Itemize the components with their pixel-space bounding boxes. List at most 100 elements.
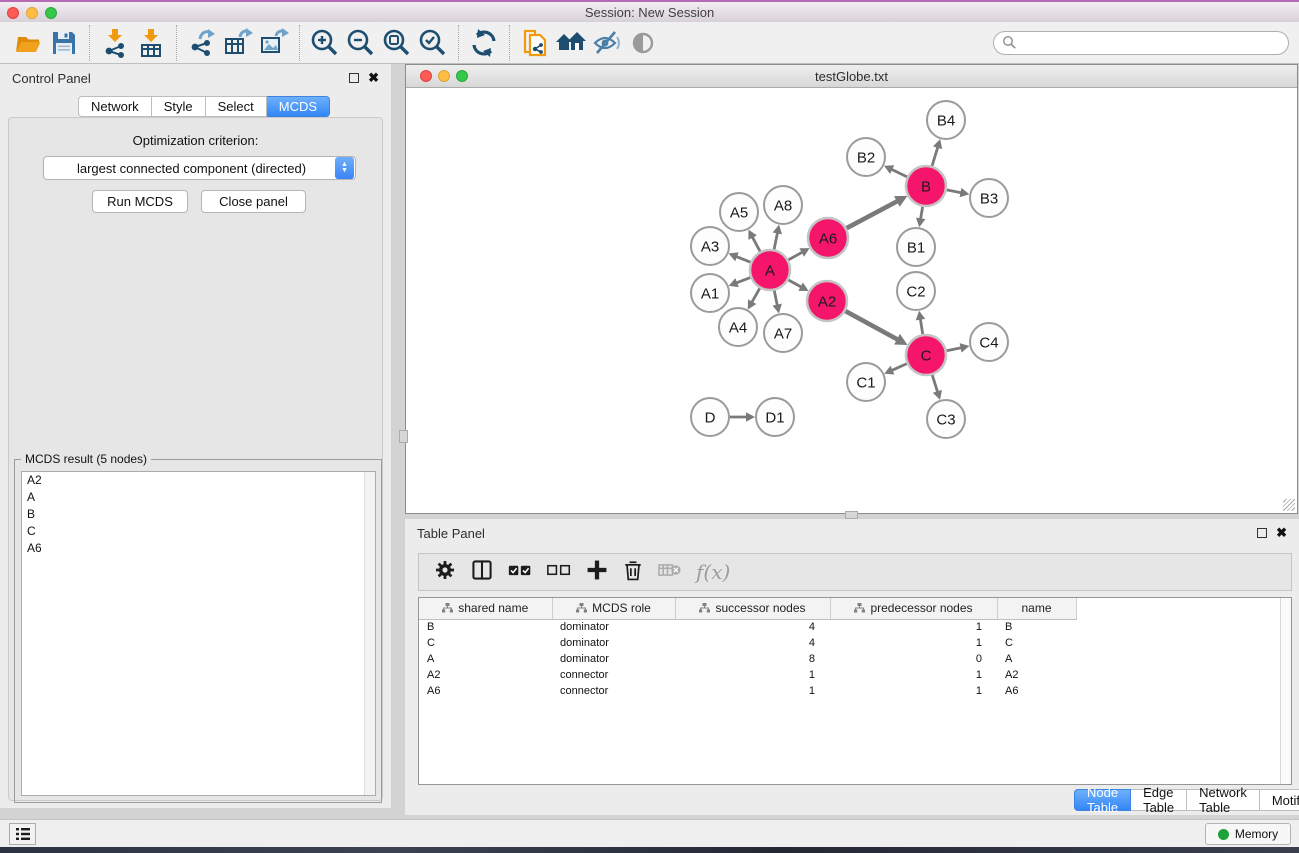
export-table-icon[interactable] bbox=[220, 25, 256, 61]
edge-B-B4[interactable] bbox=[932, 146, 938, 166]
cell-successor-nodes[interactable]: 8 bbox=[675, 651, 830, 667]
tab-select[interactable]: Select bbox=[206, 96, 267, 117]
cell-predecessor-nodes[interactable]: 1 bbox=[830, 667, 997, 683]
edge-A-A4[interactable] bbox=[751, 288, 760, 303]
cell-shared-name[interactable]: A6 bbox=[419, 683, 552, 699]
window-resize-grip[interactable] bbox=[1283, 499, 1295, 511]
cell-MCDS-role[interactable]: dominator bbox=[552, 651, 675, 667]
edge-B-B1[interactable] bbox=[920, 207, 922, 221]
run-mcds-button[interactable]: Run MCDS bbox=[92, 190, 188, 213]
edge-B-B3[interactable] bbox=[947, 190, 963, 193]
close-table-panel-icon[interactable]: ✖ bbox=[1276, 528, 1287, 538]
close-panel-button[interactable]: Close panel bbox=[201, 190, 306, 213]
delete-table-icon[interactable] bbox=[657, 559, 683, 586]
add-column-icon[interactable] bbox=[585, 558, 609, 587]
float-panel-icon[interactable] bbox=[349, 73, 359, 83]
edge-A-A7[interactable] bbox=[774, 291, 777, 307]
cell-MCDS-role[interactable]: dominator bbox=[552, 635, 675, 651]
tab-edge-table[interactable]: Edge Table bbox=[1131, 789, 1187, 811]
edge-A-A5[interactable] bbox=[752, 236, 760, 252]
minimize-window-button[interactable] bbox=[26, 7, 38, 19]
search-field[interactable] bbox=[993, 31, 1289, 55]
result-item[interactable]: C bbox=[22, 523, 375, 540]
edge-A6-B[interactable] bbox=[847, 201, 899, 229]
column-header-name[interactable]: name bbox=[997, 598, 1076, 619]
duplicate-network-icon[interactable] bbox=[517, 25, 553, 61]
cell-predecessor-nodes[interactable]: 1 bbox=[830, 619, 997, 635]
select-all-checks-icon[interactable] bbox=[507, 558, 533, 587]
edge-C-C3[interactable] bbox=[932, 375, 938, 393]
cell-predecessor-nodes[interactable]: 0 bbox=[830, 651, 997, 667]
cell-predecessor-nodes[interactable]: 1 bbox=[830, 683, 997, 699]
home-icon[interactable] bbox=[553, 25, 589, 61]
column-header-shared-name[interactable]: shared name bbox=[419, 598, 552, 619]
network-canvas[interactable]: B4B2BB3A8A5A6A3B1AC2A1A2A4A7C4CC1C3DD1 bbox=[406, 88, 1297, 513]
column-header-predecessor-nodes[interactable]: predecessor nodes bbox=[830, 598, 997, 619]
result-item[interactable]: B bbox=[22, 506, 375, 523]
result-item[interactable]: A6 bbox=[22, 540, 375, 557]
close-network-button[interactable] bbox=[420, 70, 432, 82]
result-item[interactable]: A bbox=[22, 489, 375, 506]
edge-C-C4[interactable] bbox=[947, 347, 963, 350]
edge-A-A2[interactable] bbox=[788, 280, 802, 288]
edge-A2-C[interactable] bbox=[845, 311, 898, 340]
export-image-icon[interactable] bbox=[256, 25, 292, 61]
show-eye-icon[interactable] bbox=[625, 25, 661, 61]
function-fx-icon[interactable]: f(x) bbox=[696, 560, 730, 584]
optimization-criterion-select[interactable]: largest connected component (directed) ▲… bbox=[43, 156, 356, 180]
edge-A-A1[interactable] bbox=[735, 278, 750, 284]
table-row[interactable]: A6connector11A6 bbox=[419, 683, 1291, 699]
column-header-successor-nodes[interactable]: successor nodes bbox=[675, 598, 830, 619]
table-row[interactable]: Cdominator41C bbox=[419, 635, 1291, 651]
cell-successor-nodes[interactable]: 4 bbox=[675, 635, 830, 651]
zoom-in-icon[interactable] bbox=[307, 25, 343, 61]
cell-shared-name[interactable]: B bbox=[419, 619, 552, 635]
node-table[interactable]: shared nameMCDS rolesuccessor nodesprede… bbox=[419, 598, 1291, 699]
task-history-button[interactable] bbox=[9, 823, 36, 845]
search-input[interactable] bbox=[1017, 33, 1288, 53]
cell-name[interactable]: A bbox=[997, 651, 1076, 667]
open-session-icon[interactable] bbox=[10, 25, 46, 61]
tab-style[interactable]: Style bbox=[152, 96, 206, 117]
table-row[interactable]: A2connector11A2 bbox=[419, 667, 1291, 683]
edge-A-A3[interactable] bbox=[735, 256, 750, 262]
vertical-splitter-grip[interactable] bbox=[399, 430, 408, 443]
tab-motifs[interactable]: Motifs bbox=[1260, 789, 1299, 811]
column-header-MCDS-role[interactable]: MCDS role bbox=[552, 598, 675, 619]
network-graph[interactable]: B4B2BB3A8A5A6A3B1AC2A1A2A4A7C4CC1C3DD1 bbox=[406, 88, 1297, 513]
import-network-icon[interactable] bbox=[97, 25, 133, 61]
cell-MCDS-role[interactable]: connector bbox=[552, 683, 675, 699]
cell-predecessor-nodes[interactable]: 1 bbox=[830, 635, 997, 651]
table-row[interactable]: Adominator80A bbox=[419, 651, 1291, 667]
float-table-panel-icon[interactable] bbox=[1257, 528, 1267, 538]
close-panel-icon[interactable]: ✖ bbox=[368, 73, 379, 83]
zoom-fit-icon[interactable] bbox=[379, 25, 415, 61]
edge-A-A8[interactable] bbox=[774, 231, 778, 249]
network-window-controls[interactable] bbox=[420, 70, 468, 82]
save-session-icon[interactable] bbox=[46, 25, 82, 61]
cell-MCDS-role[interactable]: connector bbox=[552, 667, 675, 683]
zoom-selected-icon[interactable] bbox=[415, 25, 451, 61]
cell-MCDS-role[interactable]: dominator bbox=[552, 619, 675, 635]
cell-shared-name[interactable]: C bbox=[419, 635, 552, 651]
window-controls[interactable] bbox=[7, 7, 57, 19]
edge-B-B2[interactable] bbox=[890, 169, 907, 177]
tab-network-table[interactable]: Network Table bbox=[1187, 789, 1260, 811]
cell-name[interactable]: A6 bbox=[997, 683, 1076, 699]
result-item[interactable]: A2 bbox=[22, 472, 375, 489]
export-network-icon[interactable] bbox=[184, 25, 220, 61]
settings-gear-icon[interactable] bbox=[433, 558, 457, 587]
cell-name[interactable]: A2 bbox=[997, 667, 1076, 683]
cell-successor-nodes[interactable]: 1 bbox=[675, 667, 830, 683]
edge-C-C1[interactable] bbox=[891, 364, 907, 371]
horizontal-splitter-grip[interactable] bbox=[845, 511, 858, 519]
import-table-icon[interactable] bbox=[133, 25, 169, 61]
delete-column-icon[interactable] bbox=[622, 558, 644, 587]
tab-network[interactable]: Network bbox=[78, 96, 152, 117]
cell-successor-nodes[interactable]: 4 bbox=[675, 619, 830, 635]
memory-button[interactable]: Memory bbox=[1205, 823, 1291, 845]
refresh-icon[interactable] bbox=[466, 25, 502, 61]
edge-C-C2[interactable] bbox=[920, 318, 923, 335]
table-row[interactable]: Bdominator41B bbox=[419, 619, 1291, 635]
zoom-network-button[interactable] bbox=[456, 70, 468, 82]
